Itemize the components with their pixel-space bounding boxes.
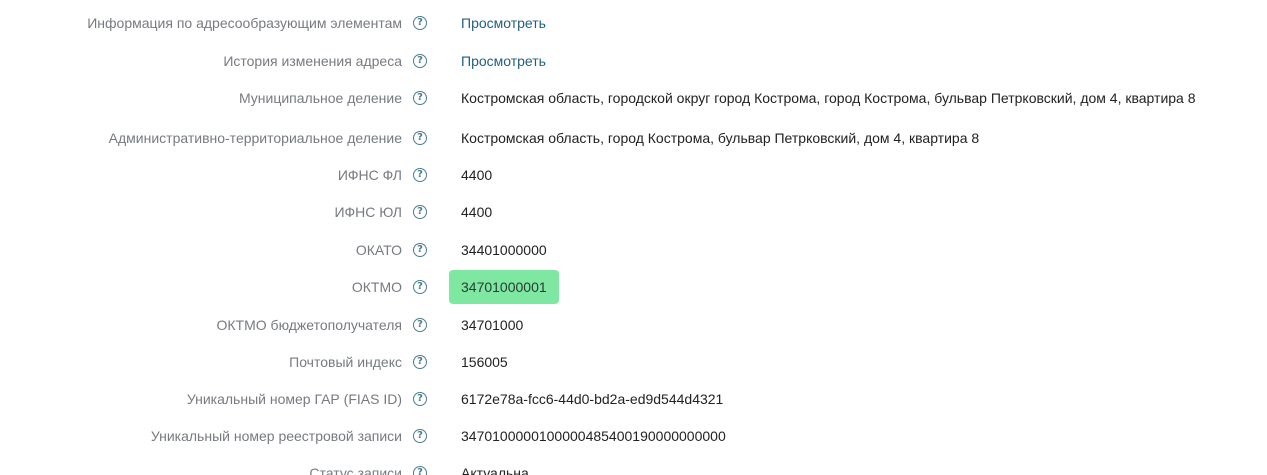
field-label: Уникальный номер реестровой записи <box>150 428 402 444</box>
administrative-division-value: Костромская область, город Кострома, бул… <box>461 130 980 146</box>
registry-number-value: 3470100000100000485400190000000000 <box>461 428 726 444</box>
question-circle-icon[interactable]: ? <box>413 318 427 332</box>
question-circle-icon[interactable]: ? <box>413 429 427 443</box>
row-record-status: Статус записи ? Актуальна <box>0 459 1267 475</box>
row-address-elements-info: Информация по адресообразующим элементам… <box>0 9 1267 37</box>
row-ifns-ul: ИФНС ЮЛ ? 4400 <box>0 198 1267 226</box>
field-label: Информация по адресообразующим элементам <box>87 15 402 31</box>
oktmo-value-highlighted[interactable]: 34701000001 <box>449 270 559 304</box>
question-circle-icon[interactable]: ? <box>413 280 427 294</box>
fias-id-value: 6172e78a-fcc6-44d0-bd2a-ed9d544d4321 <box>461 391 724 407</box>
question-circle-icon[interactable]: ? <box>413 355 427 369</box>
field-label: Административно-территориальное деление <box>108 130 402 146</box>
field-label: Уникальный номер ГАР (FIAS ID) <box>186 391 402 407</box>
row-okato: ОКАТО ? 34401000000 <box>0 236 1267 264</box>
okato-value: 34401000000 <box>461 242 547 258</box>
row-registry-number: Уникальный номер реестровой записи ? 347… <box>0 422 1267 450</box>
question-circle-icon[interactable]: ? <box>413 168 427 182</box>
field-label: ОКТМО бюджетополучателя <box>216 317 402 333</box>
address-details-list: Информация по адресообразующим элементам… <box>0 0 1267 475</box>
postal-code-value: 156005 <box>461 354 508 370</box>
question-circle-icon[interactable]: ? <box>413 91 427 105</box>
record-status-value: Актуальна <box>461 465 529 475</box>
question-circle-icon[interactable]: ? <box>413 243 427 257</box>
question-circle-icon[interactable]: ? <box>413 54 427 68</box>
ifns-ul-value: 4400 <box>461 204 493 220</box>
row-ifns-fl: ИФНС ФЛ ? 4400 <box>0 161 1267 189</box>
question-circle-icon[interactable]: ? <box>413 16 427 30</box>
ifns-fl-value: 4400 <box>461 167 493 183</box>
row-address-history: История изменения адреса ? Просмотреть <box>0 47 1267 75</box>
row-fias-id: Уникальный номер ГАР (FIAS ID) ? 6172e78… <box>0 385 1267 413</box>
question-circle-icon[interactable]: ? <box>413 205 427 219</box>
view-address-elements-link[interactable]: Просмотреть <box>461 15 546 31</box>
question-circle-icon[interactable]: ? <box>413 131 427 145</box>
question-circle-icon[interactable]: ? <box>413 392 427 406</box>
question-circle-icon[interactable]: ? <box>413 466 427 475</box>
row-oktmo-recipient: ОКТМО бюджетополучателя ? 34701000 <box>0 311 1267 339</box>
municipal-division-value: Костромская область, городской округ гор… <box>461 90 1196 106</box>
view-address-history-link[interactable]: Просмотреть <box>461 53 546 69</box>
field-label: История изменения адреса <box>223 53 402 69</box>
field-label: Почтовый индекс <box>289 354 402 370</box>
row-administrative-division: Административно-территориальное деление … <box>0 124 1267 152</box>
field-label: ОКТМО <box>351 279 402 295</box>
field-label: ИФНС ЮЛ <box>334 204 402 220</box>
row-municipal-division: Муниципальное деление ? Костромская обла… <box>0 84 1267 112</box>
field-label: Статус записи <box>309 465 402 475</box>
oktmo-recipient-value: 34701000 <box>461 317 524 333</box>
field-label: Муниципальное деление <box>238 90 402 106</box>
field-label: ОКАТО <box>355 242 402 258</box>
row-oktmo: ОКТМО ? 34701000001 <box>0 270 1267 304</box>
field-label: ИФНС ФЛ <box>337 167 402 183</box>
row-postal-code: Почтовый индекс ? 156005 <box>0 348 1267 376</box>
